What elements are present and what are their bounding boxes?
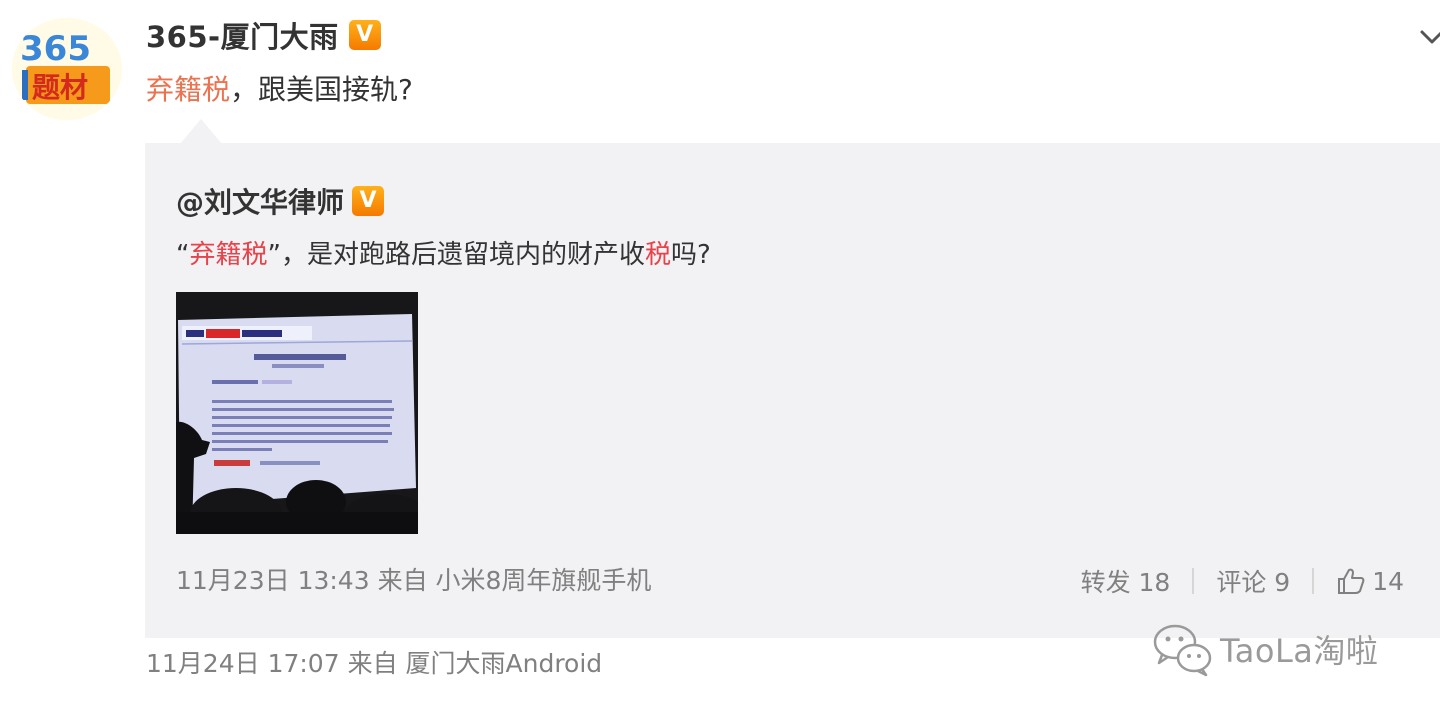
comment-button[interactable]: 评论 9 xyxy=(1216,563,1290,599)
post-meta[interactable]: 11月24日 17:07 来自 厦门大雨Android xyxy=(146,646,602,682)
quoted-post-meta[interactable]: 11月23日 13:43 来自 小米8周年旗舰手机 xyxy=(176,563,651,599)
avatar-label: 题材 xyxy=(32,71,88,104)
avatar-logo: 365 题材 xyxy=(12,18,122,120)
comment-label: 评论 9 xyxy=(1216,568,1291,597)
quoted-author-name[interactable]: @刘文华律师 xyxy=(176,181,344,221)
quoted-post-text: “弃籍税”，是对跑路后遗留境内的财产收税吗? xyxy=(176,235,711,275)
avatar-number: 365 xyxy=(20,29,91,69)
quoted-post-actions: 转发 18 评论 9 14 xyxy=(1081,563,1404,599)
verified-badge-letter: V xyxy=(359,188,377,213)
post-text-body: ，跟美国接轨? xyxy=(230,73,413,106)
quoted-post-card[interactable]: @刘文华律师 V “弃籍税”，是对跑路后遗留境内的财产收税吗? 11月23日 1… xyxy=(145,143,1440,638)
post-header: 365-厦门大雨 V xyxy=(146,14,381,56)
card-pointer xyxy=(180,119,222,144)
post-text-highlight[interactable]: 弃籍税 xyxy=(146,73,230,106)
chevron-down-icon[interactable] xyxy=(1418,26,1440,48)
repost-button[interactable]: 转发 18 xyxy=(1081,563,1171,599)
avatar[interactable]: 365 题材 xyxy=(12,18,122,120)
watermark-text: TaoLa淘啦 xyxy=(1220,632,1379,670)
wechat-icon xyxy=(1153,624,1212,677)
quoted-text-open-quote: “ xyxy=(176,240,190,270)
quoted-text-highlight[interactable]: 弃籍税 xyxy=(189,240,267,270)
repost-label: 转发 18 xyxy=(1080,568,1171,597)
slide-photo xyxy=(176,292,418,534)
quoted-text-highlight-tax[interactable]: 税 xyxy=(645,240,671,270)
quoted-post-header: @刘文华律师 V xyxy=(176,181,385,221)
post-text: 弃籍税，跟美国接轨? xyxy=(146,68,413,112)
action-divider xyxy=(1192,568,1195,594)
quoted-text-body: ”，是对跑路后遗留境内的财产收 xyxy=(267,240,645,270)
like-count: 14 xyxy=(1372,566,1404,596)
watermark: TaoLa淘啦 xyxy=(1150,620,1378,678)
verified-icon: V xyxy=(352,186,385,216)
post-image[interactable] xyxy=(176,292,418,534)
quoted-text-end: 吗? xyxy=(671,240,711,270)
thumb-up-icon xyxy=(1338,568,1365,594)
like-button[interactable]: 14 xyxy=(1336,566,1404,596)
author-name[interactable]: 365-厦门大雨 xyxy=(146,14,339,56)
verified-badge-letter: V xyxy=(356,22,374,47)
action-divider xyxy=(1312,568,1315,594)
verified-icon: V xyxy=(348,20,381,50)
weibo-post: 365 题材 365-厦门大雨 V 弃籍税，跟美国接轨? @刘文华律师 V “弃 xyxy=(0,0,1440,714)
